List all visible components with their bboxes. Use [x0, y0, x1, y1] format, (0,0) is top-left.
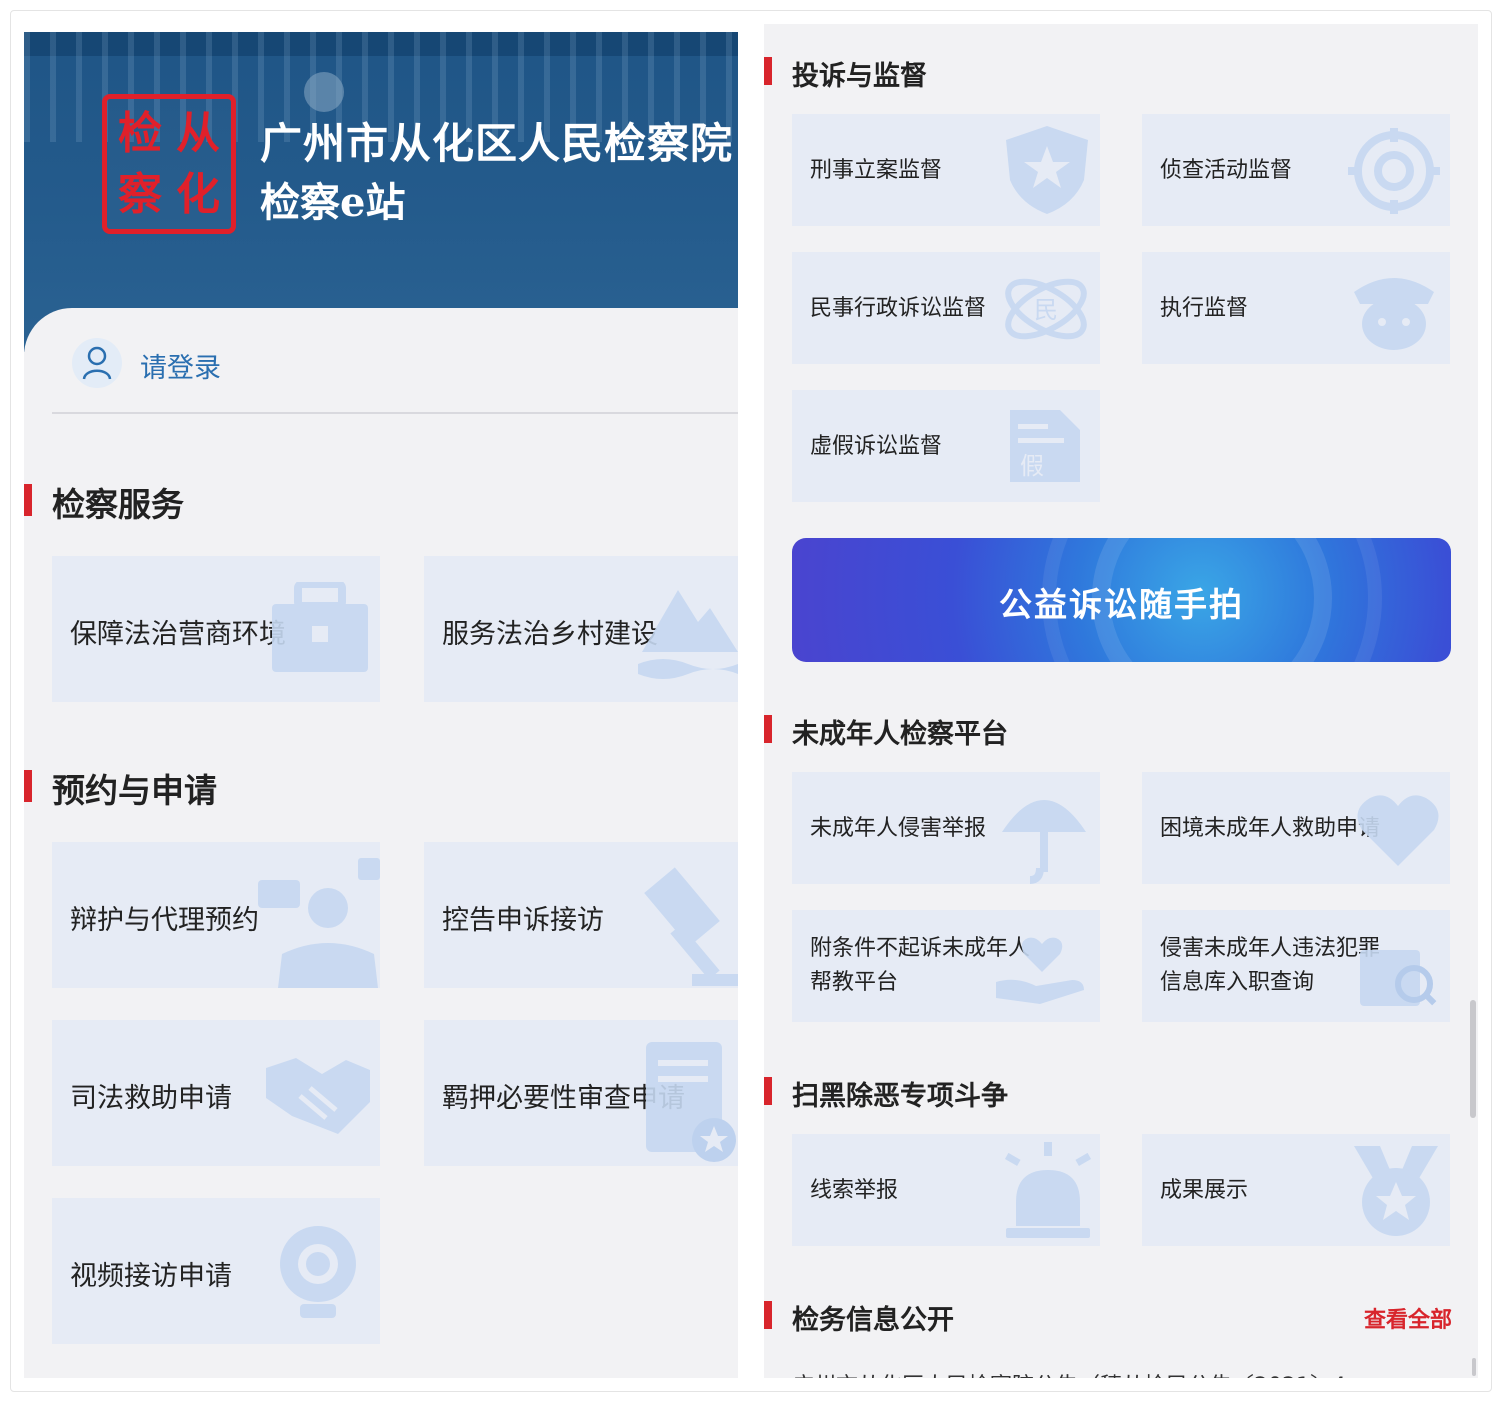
tile-label: 服务法治乡村建设 [442, 619, 658, 650]
seal-char: 化 [176, 168, 220, 220]
briefcase-icon [272, 582, 368, 672]
handshake-icon [266, 1058, 370, 1134]
tile-judicial-aid[interactable]: 司法救助申请 [52, 1020, 380, 1166]
tile-employment-check[interactable]: 侵害未成年人违法犯罪 信息库入职查询 [1142, 910, 1450, 1022]
page-subtitle: 检察e站 [260, 179, 406, 226]
section-title-minor: 未成年人检察平台 [764, 712, 1008, 751]
tile-fake-litigation[interactable]: 虚假诉讼监督 假 [792, 390, 1100, 502]
banner-label: 公益诉讼随手拍 [999, 585, 1244, 624]
tile-clue-report[interactable]: 线索举报 [792, 1134, 1100, 1246]
tile-label-line: 信息库入职查询 [1160, 970, 1315, 995]
view-all-link[interactable]: 查看全部 [1364, 1302, 1452, 1334]
tile-label: 保障法治营商环境 [70, 619, 286, 650]
tile-rural-construction[interactable]: 服务法治乡村建设 [424, 556, 738, 702]
tile-label: 民事行政诉讼监督 [810, 296, 987, 321]
public-interest-banner[interactable]: 公益诉讼随手拍 [792, 538, 1451, 662]
tile-label: 刑事立案监督 [810, 158, 943, 183]
target-icon [1348, 128, 1440, 214]
right-screen: 投诉与监督 刑事立案监督 侦查活动监督 民事行政诉讼监督 民 执行监督 虚假诉讼… [764, 24, 1478, 1378]
tile-label: 控告申诉接访 [442, 905, 604, 936]
tile-label: 虚假诉讼监督 [810, 434, 943, 459]
umbrella-icon [1002, 800, 1086, 884]
seal-logo: 检 从 察 化 [102, 94, 236, 234]
heart-hand-icon [1357, 795, 1439, 866]
section-title-info: 检务信息公开 [764, 1298, 954, 1337]
fake-doc-icon: 假 [1010, 410, 1080, 482]
lawyer-icon [258, 858, 380, 988]
tile-minor-report[interactable]: 未成年人侵害举报 [792, 772, 1100, 884]
tile-minor-aid[interactable]: 困境未成年人救助申请 [1142, 772, 1450, 884]
webcam-icon [280, 1226, 356, 1318]
login-link[interactable]: 请登录 [140, 346, 221, 385]
tile-conditional-nonprosecution[interactable]: 附条件不起诉未成年人 帮教平台 [792, 910, 1100, 1022]
section-title-supervision: 投诉与监督 [764, 54, 927, 93]
tile-detention-review[interactable]: 羁押必要性审查申请 [424, 1020, 738, 1166]
tile-label: 未成年人侵害举报 [810, 816, 987, 841]
care-hand-icon [996, 937, 1084, 1004]
page-title: 广州市从化区人民检察院 [260, 119, 734, 168]
tile-complaint-visit[interactable]: 控告申诉接访 [424, 842, 738, 988]
tile-defense-appointment[interactable]: 辩护与代理预约 [52, 842, 380, 988]
tile-investigation[interactable]: 侦查活动监督 [1142, 114, 1450, 226]
tile-label: 执行监督 [1160, 296, 1249, 321]
tile-label: 困境未成年人救助申请 [1160, 816, 1381, 841]
tile-label: 线索举报 [810, 1178, 899, 1203]
document-star-icon [646, 1042, 736, 1162]
alarm-icon [1004, 1142, 1092, 1238]
seal-char: 检 [118, 107, 162, 159]
tile-label: 侵害未成年人违法犯罪 信息库入职查询 [1160, 932, 1380, 1000]
shield-star-icon [1006, 126, 1088, 214]
tile-label: 视频接访申请 [70, 1261, 232, 1292]
search-doc-icon [1360, 950, 1437, 1006]
divider [52, 412, 738, 414]
medal-icon [1354, 1146, 1438, 1236]
national-emblem-icon [304, 72, 344, 112]
tile-execution[interactable]: 执行监督 [1142, 252, 1450, 364]
gavel-icon [644, 867, 738, 986]
header-banner: 检 从 察 化 广州市从化区人民检察院 检察e站 [24, 32, 738, 352]
fake-icon-text: 假 [1020, 452, 1044, 480]
officer-icon [1354, 278, 1434, 350]
tile-results[interactable]: 成果展示 [1142, 1134, 1450, 1246]
tile-label: 司法救助申请 [70, 1083, 232, 1114]
news-item[interactable]: 广州市从化区人民检察院公告（穗从检民公告〔2021〕4 [792, 1368, 1346, 1378]
tile-label-line: 侵害未成年人违法犯罪 [1160, 936, 1381, 961]
civil-icon: 民 [1005, 278, 1087, 340]
section-title-appointment: 预约与申请 [24, 764, 217, 812]
tile-label: 辩护与代理预约 [70, 905, 259, 936]
mountain-icon [638, 590, 738, 679]
login-card[interactable]: 请登录 [24, 308, 738, 438]
scrollbar[interactable] [1472, 1358, 1476, 1376]
tile-label: 成果展示 [1160, 1178, 1249, 1203]
user-icon[interactable] [72, 338, 122, 388]
scrollbar[interactable] [1470, 1000, 1476, 1118]
tile-civil-admin[interactable]: 民事行政诉讼监督 民 [792, 252, 1100, 364]
tile-criminal-filing[interactable]: 刑事立案监督 [792, 114, 1100, 226]
tile-business-env[interactable]: 保障法治营商环境 [52, 556, 380, 702]
left-screen: 检 从 察 化 广州市从化区人民检察院 检察e站 请登录 检察服务 保障法治营商… [24, 32, 738, 1378]
section-title-service: 检察服务 [24, 478, 184, 526]
section-title-anti-crime: 扫黑除恶专项斗争 [764, 1074, 1008, 1113]
tile-label: 侦查活动监督 [1160, 158, 1293, 183]
seal-char: 从 [176, 107, 220, 159]
tile-video-visit[interactable]: 视频接访申请 [52, 1198, 380, 1344]
seal-char: 察 [118, 168, 162, 220]
civil-icon-text: 民 [1034, 296, 1058, 324]
